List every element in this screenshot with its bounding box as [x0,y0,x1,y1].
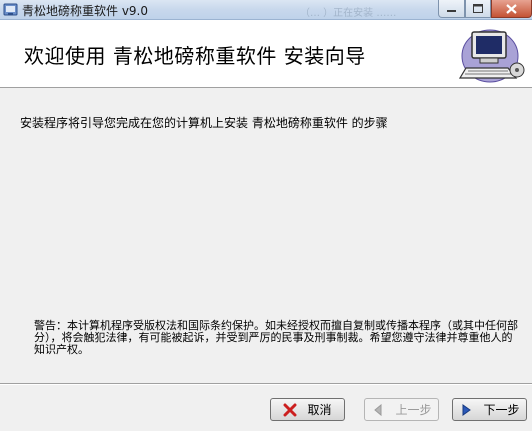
minimize-button[interactable] [438,0,465,18]
title-bar[interactable]: 青松地磅称重软件 v9.0 （… ）正在安装 …… [0,0,532,20]
red-x-icon [283,403,297,416]
next-button[interactable]: 下一步 [452,398,527,421]
right-arrow-icon [462,403,472,416]
page-title: 欢迎使用 青松地磅称重软件 安装向导 [24,44,366,68]
next-button-label: 下一步 [483,403,520,417]
intro-text: 安装程序将引导您完成在您的计算机上安装 青松地磅称重软件 的步骤 [20,116,388,130]
minimize-icon [447,9,456,12]
left-arrow-icon [374,403,382,416]
wizard-header: 欢迎使用 青松地磅称重软件 安装向导 [0,20,532,88]
window-title: 青松地磅称重软件 v9.0 [22,4,149,18]
back-button-label: 上一步 [395,403,432,417]
cancel-button-label: 取消 [307,403,332,417]
cancel-button[interactable]: 取消 [270,398,345,421]
back-button[interactable]: 上一步 [364,398,439,421]
background-window-text: （… ）正在安装 …… [300,8,397,19]
maximize-icon [473,4,483,13]
close-icon [506,3,517,14]
maximize-button[interactable] [465,0,491,18]
computer-installer-icon [458,29,525,83]
close-button[interactable] [491,0,532,18]
button-separator [0,383,532,385]
installer-window: 青松地磅称重软件 v9.0 （… ）正在安装 …… 欢迎使用 青松地磅称重软件 … [0,0,532,431]
installer-app-icon [3,3,18,16]
copyright-warning: 警告：本计算机程序受版权法和国际条约保护。如未经授权而擅自复制或传播本程序（或其… [34,319,518,356]
